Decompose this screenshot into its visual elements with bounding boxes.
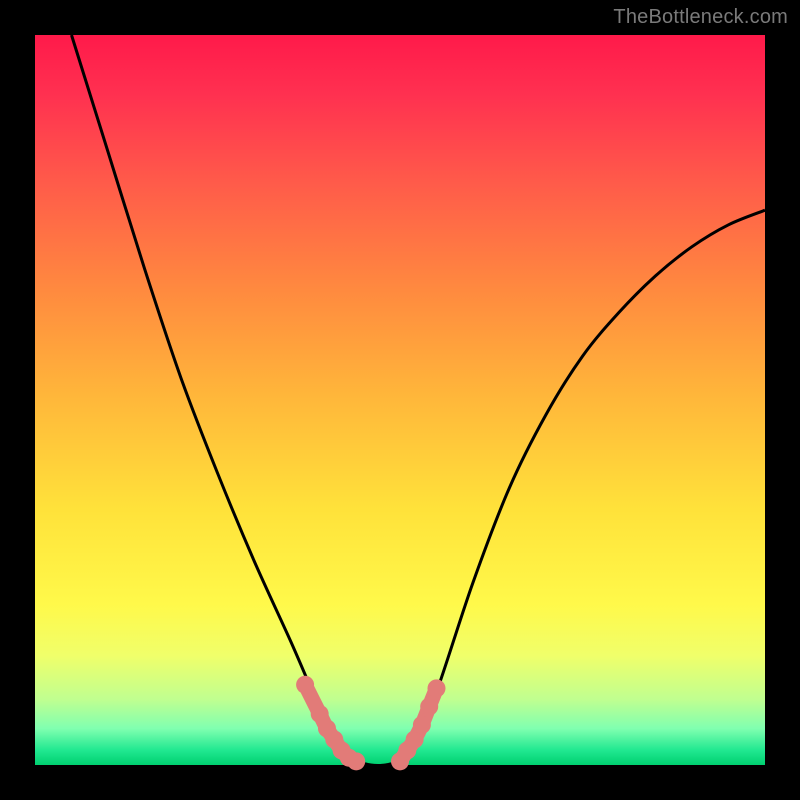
- right-curve: [400, 210, 765, 761]
- marker-dot: [413, 716, 431, 734]
- marker-dot: [428, 679, 446, 697]
- left-marker-cluster: [296, 676, 365, 771]
- chart-svg: [35, 35, 765, 765]
- marker-dot: [420, 698, 438, 716]
- marker-dot: [347, 752, 365, 770]
- marker-dot: [296, 676, 314, 694]
- watermark-text: TheBottleneck.com: [613, 6, 788, 29]
- right-marker-cluster: [391, 679, 446, 770]
- left-curve: [72, 35, 357, 761]
